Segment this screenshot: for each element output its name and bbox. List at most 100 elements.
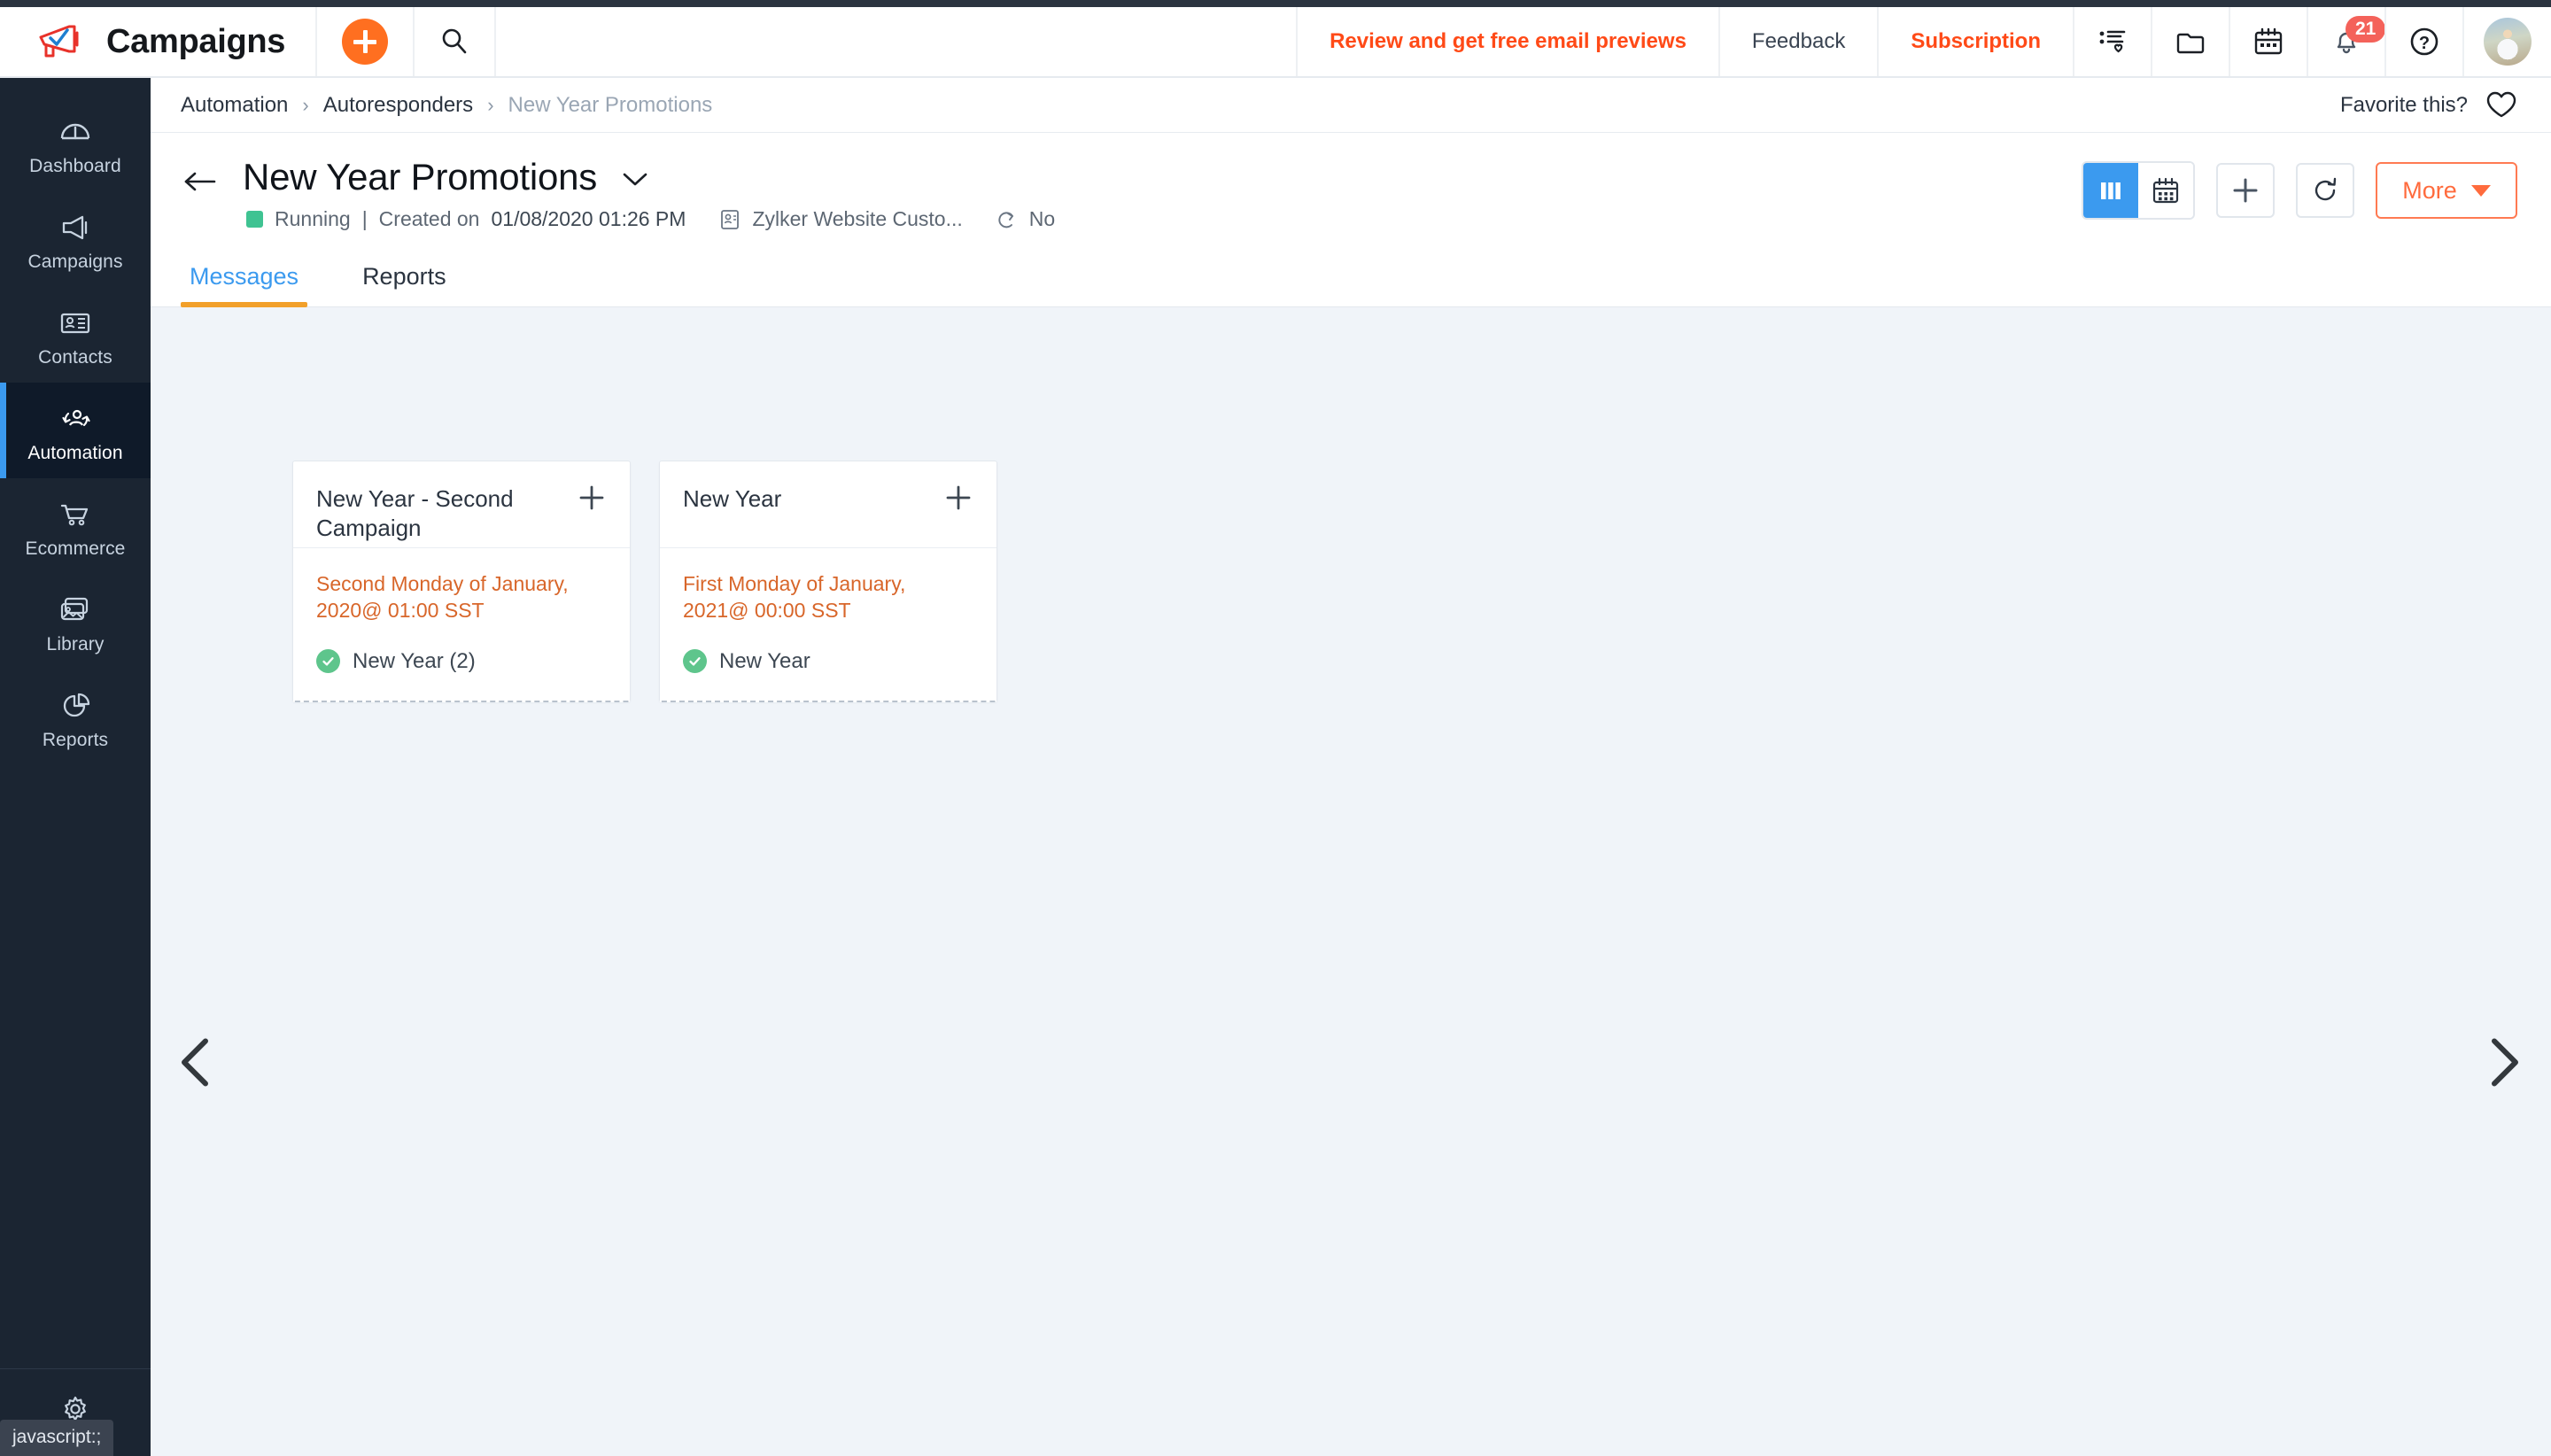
top-dark-strip	[0, 0, 2551, 7]
brand-name: Campaigns	[106, 22, 286, 60]
carousel-next-button[interactable]	[2478, 1034, 2526, 1096]
card-schedule: Second Monday of January, 2020@ 01:00 SS…	[316, 572, 569, 622]
plus-icon	[579, 485, 604, 510]
column-view-icon	[2101, 182, 2121, 199]
breadcrumb-separator: ›	[302, 93, 309, 116]
brand-block[interactable]: Campaigns	[0, 7, 318, 76]
sidebar-item-label: Ecommerce	[25, 538, 126, 559]
plus-circle-icon[interactable]	[342, 19, 389, 65]
status-text: Running	[275, 207, 351, 230]
card-message-label: New Year (2)	[353, 648, 476, 673]
list-heart-button[interactable]	[2073, 7, 2151, 76]
workflow-canvas: New Year - Second Campaign Second Monday…	[151, 307, 2551, 1456]
page-meta-row: Running | Created on 01/08/2020 01:26 PM	[243, 207, 1055, 231]
sidebar-item-reports[interactable]: Reports	[0, 670, 151, 765]
svg-text:?: ?	[2419, 34, 2430, 53]
view-column-button[interactable]	[2083, 163, 2138, 218]
notification-badge: 21	[2346, 16, 2386, 43]
title-dropdown-button[interactable]	[620, 169, 650, 189]
view-calendar-button[interactable]	[2138, 163, 2193, 218]
sidebar-item-label: Automation	[27, 443, 123, 463]
folder-button[interactable]	[2151, 7, 2229, 76]
title-block: New Year Promotions Running | Created on…	[243, 156, 1055, 231]
recurring-value: No	[1028, 207, 1056, 230]
title-row: New Year Promotions	[243, 156, 1055, 198]
mailing-list-name: Zylker Website Custo...	[752, 207, 963, 230]
review-email-previews-link[interactable]: Review and get free email previews	[1296, 7, 1718, 76]
pie-chart-icon	[63, 693, 90, 717]
caret-down-icon	[2470, 184, 2491, 197]
add-message-button[interactable]	[2216, 163, 2275, 218]
breadcrumb-item-automation[interactable]: Automation	[181, 93, 288, 118]
sidebar-item-dashboard[interactable]: Dashboard	[0, 96, 151, 191]
sidebar-item-automation[interactable]: Automation	[0, 383, 151, 478]
refresh-button[interactable]	[2296, 163, 2354, 218]
card-header: New Year - Second Campaign	[293, 461, 630, 548]
calendar-icon	[2254, 27, 2283, 55]
mailing-list-info: Zylker Website Custo...	[719, 207, 963, 231]
heart-icon	[2486, 91, 2516, 118]
folder-icon	[2176, 33, 2205, 54]
back-button[interactable]	[181, 168, 220, 199]
check-circle-icon	[316, 649, 340, 674]
plus-icon	[946, 485, 971, 510]
megaphone-icon	[62, 215, 88, 240]
tab-messages[interactable]: Messages	[181, 251, 308, 307]
dashboard-gauge-icon	[60, 123, 90, 140]
carousel-prev-button[interactable]	[174, 1034, 221, 1096]
sidebar-item-label: Contacts	[38, 347, 112, 368]
help-button[interactable]: ?	[2384, 7, 2462, 76]
card-schedule: First Monday of January, 2021@ 00:00 SST	[683, 572, 906, 622]
card-message-label: New Year	[719, 648, 810, 673]
user-avatar-button[interactable]	[2462, 7, 2551, 76]
card-message-row[interactable]: New Year	[683, 649, 973, 674]
more-button[interactable]: More	[2376, 162, 2517, 219]
sidebar-item-campaigns[interactable]: Campaigns	[0, 191, 151, 287]
sidebar: Dashboard Campaigns Contacts Automation …	[0, 78, 151, 1456]
breadcrumb-bar: Automation › Autoresponders › New Year P…	[151, 78, 2551, 133]
search-button-cell[interactable]	[415, 7, 497, 76]
search-icon	[442, 28, 467, 54]
sidebar-item-label: Campaigns	[27, 252, 123, 272]
refresh-icon	[2315, 177, 2337, 201]
card-add-button[interactable]	[577, 483, 607, 517]
card-message-row[interactable]: New Year (2)	[316, 649, 607, 674]
sidebar-item-ecommerce[interactable]: Ecommerce	[0, 478, 151, 574]
feedback-link[interactable]: Feedback	[1717, 7, 1877, 76]
check-mark	[322, 657, 334, 666]
card-title: New Year	[683, 485, 782, 512]
chevron-down-icon	[623, 173, 647, 186]
notifications-button[interactable]: 21	[2307, 7, 2386, 76]
message-card[interactable]: New Year - Second Campaign Second Monday…	[292, 461, 631, 702]
created-date: 01/08/2020 01:26 PM	[491, 207, 686, 230]
header-spacer	[496, 7, 1296, 76]
created-label: Created on	[378, 207, 480, 230]
calendar-view-icon	[2152, 177, 2179, 204]
list-heart-icon	[2099, 30, 2126, 53]
sidebar-item-contacts[interactable]: Contacts	[0, 287, 151, 383]
card-header: New Year	[660, 461, 996, 548]
shopping-cart-icon	[60, 504, 89, 526]
breadcrumb-item-current: New Year Promotions	[508, 92, 713, 117]
status-indicator-dot	[246, 211, 263, 228]
favorite-label: Favorite this?	[2339, 92, 2468, 117]
tab-reports[interactable]: Reports	[353, 251, 455, 306]
message-card[interactable]: New Year First Monday of January, 2021@ …	[659, 461, 997, 702]
title-left-group: New Year Promotions Running | Created on…	[181, 156, 1055, 231]
calendar-button[interactable]	[2229, 7, 2307, 76]
sidebar-item-label: Library	[46, 634, 105, 654]
back-arrow-icon	[184, 172, 216, 191]
card-body: Second Monday of January, 2020@ 01:00 SS…	[293, 548, 630, 701]
sidebar-item-library[interactable]: Library	[0, 574, 151, 670]
sidebar-settings-button[interactable]	[0, 1368, 151, 1456]
subscription-link[interactable]: Subscription	[1877, 7, 2073, 76]
recurring-info: No	[996, 207, 1055, 231]
contact-card-icon	[60, 313, 90, 334]
create-button-cell[interactable]	[317, 7, 415, 76]
view-toggle-group	[2082, 161, 2195, 220]
breadcrumb: Automation › Autoresponders › New Year P…	[181, 93, 712, 118]
breadcrumb-item-autoresponders[interactable]: Autoresponders	[323, 93, 473, 118]
favorite-toggle[interactable]: Favorite this?	[2340, 90, 2517, 120]
card-add-button[interactable]	[943, 483, 973, 517]
body-row: Dashboard Campaigns Contacts Automation …	[0, 78, 2551, 1456]
